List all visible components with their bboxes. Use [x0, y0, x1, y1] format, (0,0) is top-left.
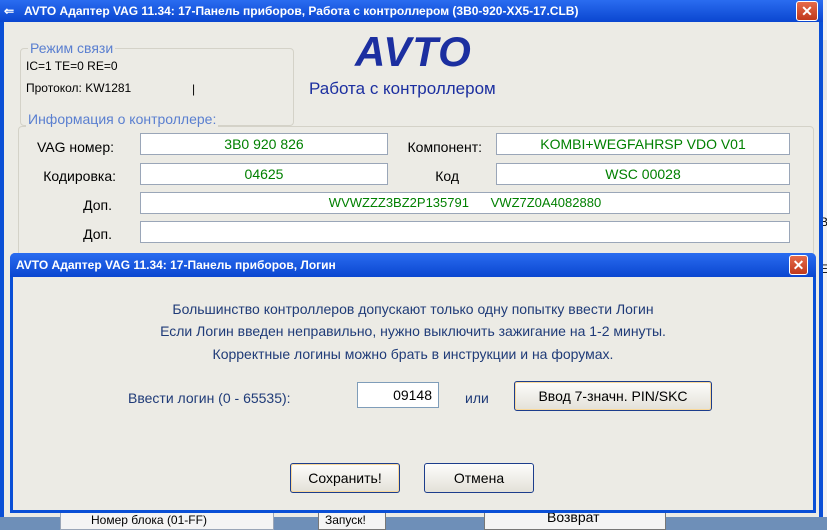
vag-number-label: VAG номер:: [36, 139, 114, 155]
coding-label: Кодировка:: [43, 168, 116, 184]
dialog-message-line-2: Если Логин введен неправильно, нужно вык…: [160, 323, 666, 339]
login-label: Ввести логин (0 - 65535):: [128, 390, 291, 406]
block-number-label: Номер блока (01-FF): [91, 513, 207, 527]
pin-skc-button[interactable]: Ввод 7-значн. PIN/SKC: [514, 381, 712, 411]
dialog-titlebar[interactable]: AVTO Адаптер VAG 11.34: 17-Панель прибор…: [10, 253, 816, 277]
subtitle-text: Работа с контроллером: [309, 79, 496, 98]
login-input[interactable]: [357, 382, 439, 408]
protocol-text: Протокол: KW1281: [26, 81, 132, 95]
code-label: Код: [435, 168, 459, 184]
extra2-field: [140, 221, 790, 243]
extra1-field: WVWZZZ3BZ2P135791 VWZ7Z0A4082880: [140, 192, 790, 214]
cancel-button[interactable]: Отмена: [424, 463, 534, 493]
start-button[interactable]: Запуск!: [318, 510, 386, 530]
avto-logo: AVTO: [355, 28, 472, 75]
connection-group-label: Режим связи: [28, 40, 116, 56]
start-button-label: Запуск!: [325, 513, 366, 527]
app-system-icon[interactable]: ⇐: [4, 4, 20, 18]
connection-status-text: IC=1 TE=0 RE=0: [26, 59, 118, 73]
code-field: WSC 00028: [496, 163, 790, 185]
component-label: Компонент:: [407, 139, 482, 155]
dialog-message-line-3: Корректные логины можно брать в инструкц…: [212, 346, 614, 362]
dialog-message-line-1: Большинство контроллеров допускают тольк…: [172, 301, 654, 317]
main-window-title: AVTO Адаптер VAG 11.34: 17-Панель прибор…: [24, 4, 579, 18]
extra1-label: Доп.: [83, 197, 112, 213]
text-cursor: |: [192, 82, 196, 96]
coding-field: 04625: [140, 163, 388, 185]
info-group-label: Информация о контроллере:: [26, 111, 219, 127]
save-button[interactable]: Сохранить!: [290, 463, 400, 493]
dialog-title: AVTO Адаптер VAG 11.34: 17-Панель прибор…: [16, 258, 336, 272]
block-number-box: Номер блока (01-FF): [60, 510, 274, 530]
dialog-client-area: Большинство контроллеров допускают тольк…: [13, 277, 813, 510]
component-field: KOMBI+WEGFAHRSP VDO V01: [496, 133, 790, 155]
extra2-label: Доп.: [83, 226, 112, 242]
vag-number-field: 3B0 920 826: [140, 133, 388, 155]
main-titlebar[interactable]: ⇐ AVTO Адаптер VAG 11.34: 17-Панель приб…: [0, 0, 823, 22]
main-close-button[interactable]: ✕: [796, 1, 818, 21]
or-label: или: [465, 390, 489, 406]
login-dialog: AVTO Адаптер VAG 11.34: 17-Панель прибор…: [10, 253, 816, 513]
dialog-close-button[interactable]: ✕: [789, 255, 808, 275]
